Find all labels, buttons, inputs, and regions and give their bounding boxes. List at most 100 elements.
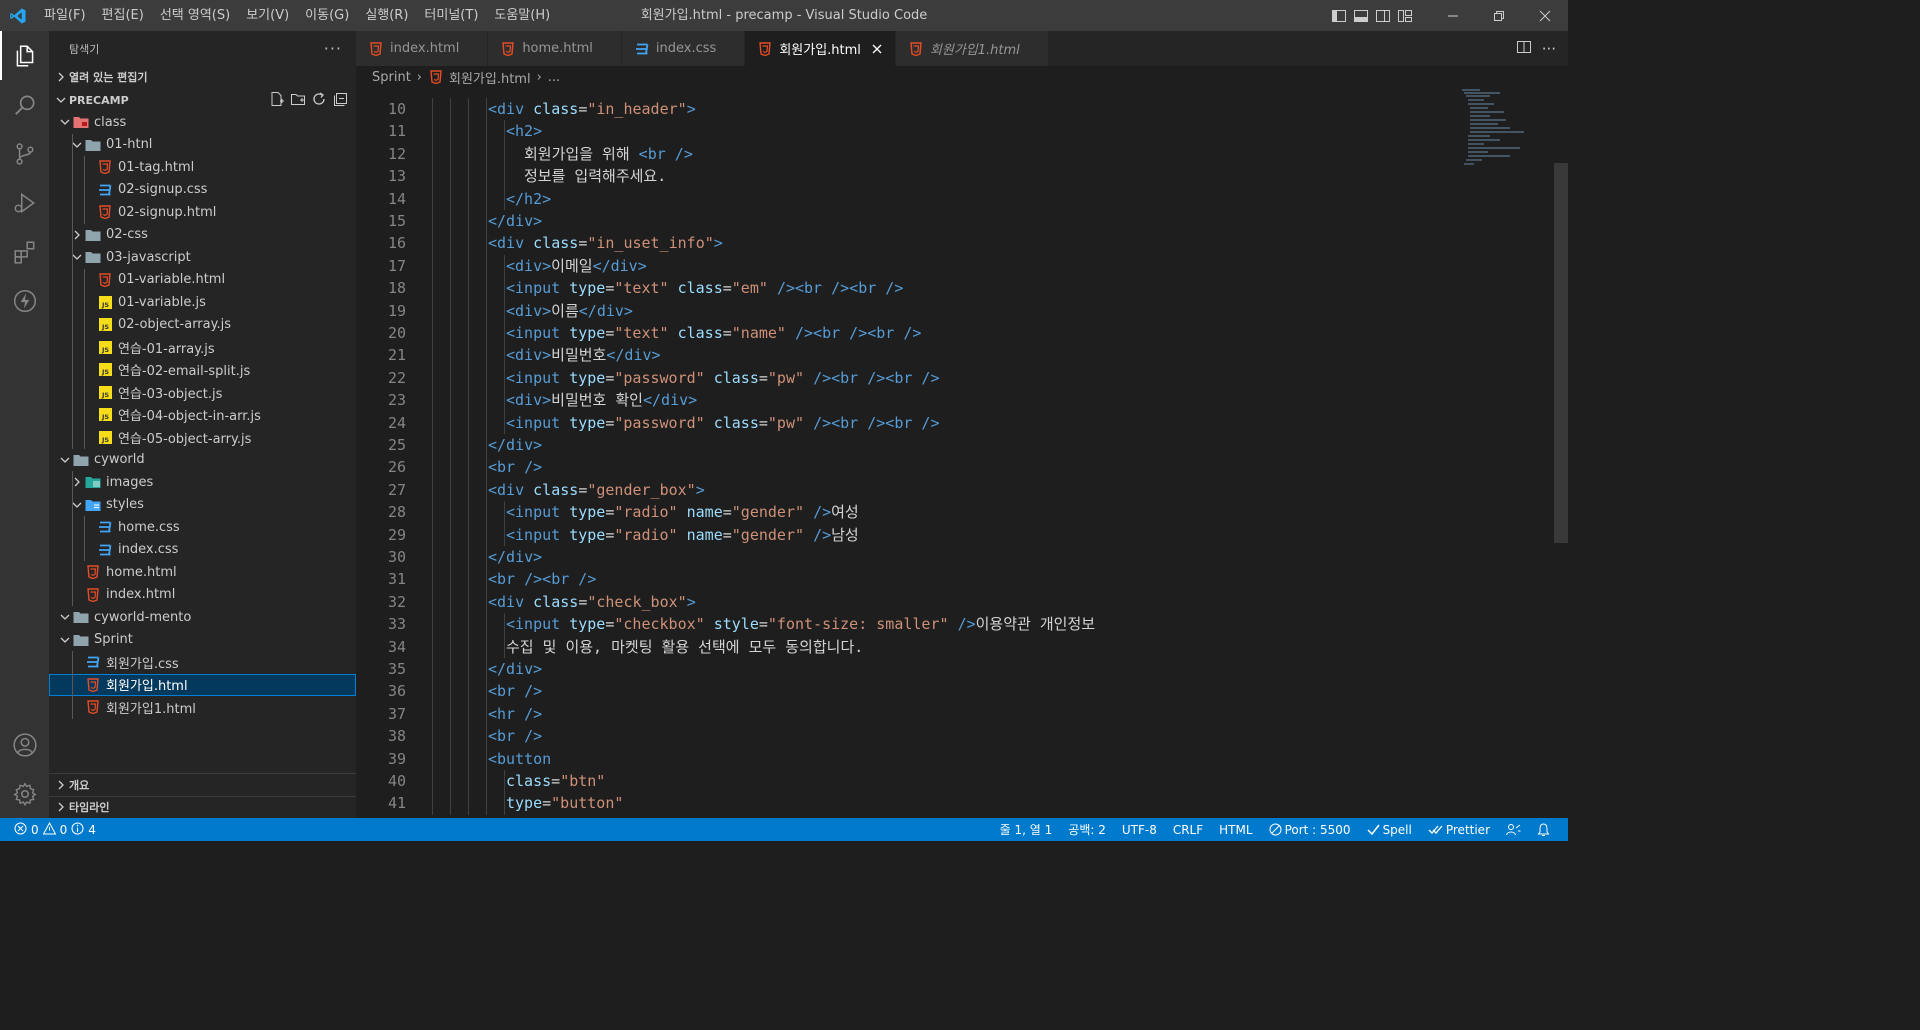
accounts-icon[interactable] bbox=[0, 720, 49, 769]
problems-indicator[interactable]: 0 0 4 bbox=[0, 821, 96, 838]
explorer-icon[interactable] bbox=[0, 31, 49, 80]
tree-item-label: 연습-01-array.js bbox=[118, 341, 215, 357]
tree-file[interactable]: 01-variable.html bbox=[49, 268, 356, 291]
indent-guide bbox=[72, 403, 73, 426]
open-editors-section[interactable]: 열려 있는 편집기 bbox=[49, 66, 356, 88]
settings-gear-icon[interactable] bbox=[0, 769, 49, 818]
outline-section[interactable]: 개요 bbox=[49, 773, 356, 796]
breadcrumb-folder[interactable]: Sprint bbox=[372, 70, 411, 85]
code-editor[interactable]: 10 <div class="in_header"> 11 <h2> 12 회원가입을 위… bbox=[356, 88, 1568, 818]
language-mode[interactable]: HTML bbox=[1211, 823, 1260, 837]
breadcrumb-file[interactable]: 회원가입.html bbox=[449, 68, 531, 87]
tree-folder[interactable]: cyworld bbox=[49, 449, 356, 472]
prettier[interactable]: Prettier bbox=[1420, 823, 1498, 837]
source-control-icon[interactable] bbox=[0, 129, 49, 178]
tree-file[interactable]: 회원가입.html bbox=[49, 673, 356, 696]
tree-folder[interactable]: class bbox=[49, 111, 356, 134]
indent-guide bbox=[468, 366, 469, 390]
tree-folder[interactable]: Sprint bbox=[49, 629, 356, 652]
code-token: </div> bbox=[606, 346, 661, 365]
tree-file[interactable]: JS 연습-01-array.js bbox=[49, 336, 356, 359]
more-actions-icon[interactable]: ··· bbox=[324, 39, 342, 58]
tree-file[interactable]: JS 연습-04-object-in-arr.js bbox=[49, 403, 356, 426]
new-folder-icon[interactable] bbox=[290, 91, 306, 110]
lightning-icon[interactable] bbox=[0, 276, 49, 325]
menu-item[interactable]: 도움말(H) bbox=[486, 0, 558, 31]
end-of-line[interactable]: CRLF bbox=[1165, 823, 1211, 837]
menu-item[interactable]: 터미널(T) bbox=[416, 0, 486, 31]
minimize-icon[interactable] bbox=[1430, 0, 1476, 31]
scrollbar-thumb[interactable] bbox=[1554, 163, 1568, 543]
timeline-section[interactable]: 타임라인 bbox=[49, 795, 356, 819]
tree-folder[interactable]: 01-htnl bbox=[49, 133, 356, 156]
indentation[interactable]: 공백: 2 bbox=[1060, 821, 1114, 838]
editor-tab[interactable]: index.html bbox=[356, 31, 489, 66]
editor-tab[interactable]: home.html bbox=[488, 31, 622, 66]
more-actions-icon[interactable]: ··· bbox=[1542, 40, 1556, 58]
tree-file[interactable]: index.css bbox=[49, 538, 356, 561]
tab-label: index.css bbox=[655, 41, 717, 56]
tab-close-icon[interactable] bbox=[869, 44, 885, 54]
indent-guide bbox=[450, 568, 451, 591]
notifications-bell-icon[interactable] bbox=[1529, 822, 1558, 837]
tree-file[interactable]: home.css bbox=[49, 516, 356, 539]
menu-item[interactable]: 실행(R) bbox=[357, 0, 416, 31]
menu-item[interactable]: 파일(F) bbox=[36, 0, 94, 31]
tree-file[interactable]: JS 연습-03-object.js bbox=[49, 381, 356, 404]
indent-guide bbox=[468, 770, 469, 793]
editor-tab[interactable]: 회원가입1.html bbox=[895, 31, 1049, 66]
restore-icon[interactable] bbox=[1476, 0, 1522, 31]
minimap[interactable] bbox=[1460, 88, 1556, 178]
editor-tab[interactable]: 회원가입.html bbox=[745, 31, 896, 66]
live-share-icon[interactable] bbox=[1498, 823, 1529, 837]
tree-file[interactable]: 회원가입1.html bbox=[49, 696, 356, 719]
tree-folder[interactable]: images bbox=[49, 471, 356, 494]
refresh-icon[interactable] bbox=[311, 91, 327, 110]
css-file-icon bbox=[634, 41, 650, 57]
toggle-primary-sidebar-icon[interactable] bbox=[1328, 0, 1350, 31]
tree-file[interactable]: index.html bbox=[49, 583, 356, 606]
tree-file[interactable]: JS 02-object-array.js bbox=[49, 313, 356, 336]
menu-item[interactable]: 이동(G) bbox=[297, 0, 357, 31]
customize-layout-icon[interactable] bbox=[1394, 0, 1416, 31]
tree-folder[interactable]: 03-javascript bbox=[49, 246, 356, 269]
toggle-panel-icon[interactable] bbox=[1350, 0, 1372, 31]
split-editor-icon[interactable] bbox=[1516, 39, 1532, 59]
indent-guide bbox=[486, 142, 487, 166]
menu-item[interactable]: 보기(V) bbox=[238, 0, 297, 31]
tree-file[interactable]: JS 연습-05-object-arry.js bbox=[49, 426, 356, 449]
close-icon[interactable] bbox=[1522, 0, 1568, 31]
tree-folder[interactable]: 02-css bbox=[49, 223, 356, 246]
precamp-section[interactable]: PRECAMP bbox=[49, 89, 356, 111]
encoding[interactable]: UTF-8 bbox=[1114, 823, 1165, 837]
spell-check[interactable]: Spell bbox=[1359, 823, 1420, 837]
search-icon[interactable] bbox=[0, 80, 49, 129]
tree-file[interactable]: 02-signup.css bbox=[49, 178, 356, 201]
tree-file[interactable]: 회원가입.css bbox=[49, 651, 356, 674]
tree-file[interactable]: JS 01-variable.js bbox=[49, 291, 356, 314]
editor-tab[interactable]: index.css bbox=[621, 31, 746, 66]
tree-folder[interactable]: styles bbox=[49, 493, 356, 516]
breadcrumb-more[interactable]: ... bbox=[548, 70, 560, 85]
tree-file[interactable]: JS 연습-02-email-split.js bbox=[49, 358, 356, 381]
tree-file[interactable]: home.html bbox=[49, 561, 356, 584]
indent-guide bbox=[468, 501, 469, 524]
toggle-secondary-sidebar-icon[interactable] bbox=[1372, 0, 1394, 31]
code-token: "button" bbox=[551, 794, 624, 813]
indent-guide bbox=[468, 523, 469, 546]
tree-file[interactable]: 01-tag.html bbox=[49, 156, 356, 179]
code-token: type bbox=[569, 324, 606, 342]
cursor-position[interactable]: 줄 1, 열 1 bbox=[992, 821, 1061, 838]
tree-file[interactable]: 02-signup.html bbox=[49, 201, 356, 224]
new-file-icon[interactable] bbox=[269, 91, 285, 110]
code-token: class bbox=[677, 279, 723, 298]
live-server-port[interactable]: Port : 5500 bbox=[1261, 823, 1359, 837]
extensions-icon[interactable] bbox=[0, 227, 49, 276]
menu-item[interactable]: 선택 영역(S) bbox=[152, 0, 238, 31]
tree-folder[interactable]: cyworld-mento bbox=[49, 606, 356, 629]
vertical-scrollbar[interactable] bbox=[1554, 88, 1568, 818]
code-token: "font-size: smaller" bbox=[767, 615, 949, 634]
collapse-all-icon[interactable] bbox=[332, 91, 348, 110]
menu-item[interactable]: 편집(E) bbox=[94, 0, 152, 31]
run-and-debug-icon[interactable] bbox=[0, 178, 49, 227]
